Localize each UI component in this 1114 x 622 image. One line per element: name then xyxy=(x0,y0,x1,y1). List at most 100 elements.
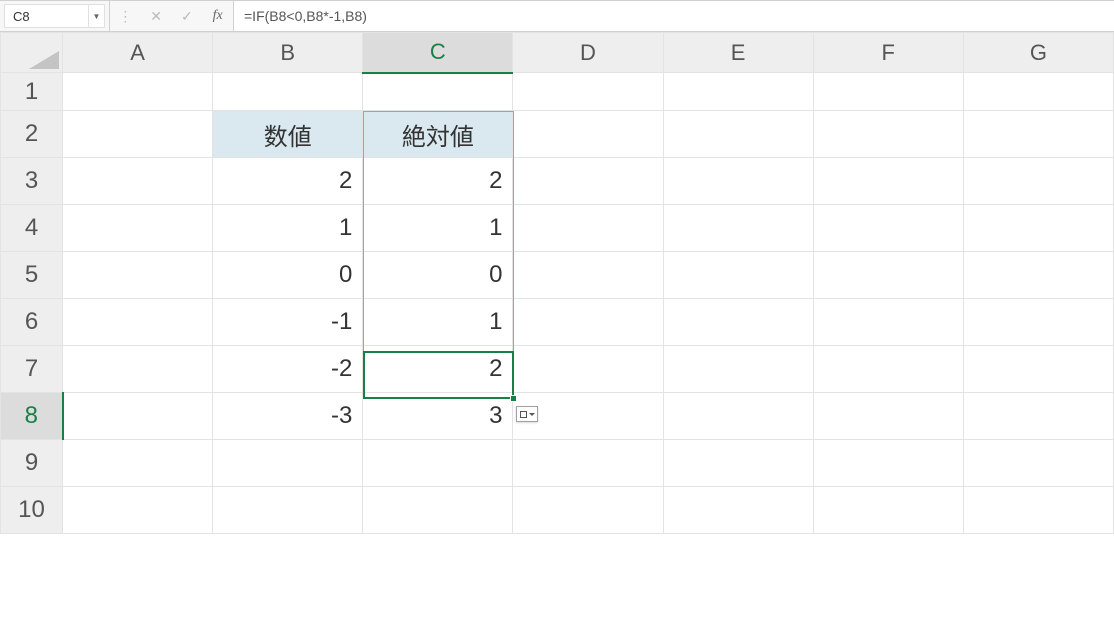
cell-D2[interactable] xyxy=(513,111,663,158)
cell-A6[interactable] xyxy=(63,299,213,346)
cell-B8[interactable]: -3 xyxy=(213,393,363,440)
cell-A5[interactable] xyxy=(63,252,213,299)
cell-C2[interactable]: 絶対値 xyxy=(363,111,513,158)
cell-E2[interactable] xyxy=(663,111,813,158)
cell-G7[interactable] xyxy=(963,346,1113,393)
row-header-6[interactable]: 6 xyxy=(1,299,63,346)
enter-icon[interactable]: ✓ xyxy=(177,8,197,25)
cell-F4[interactable] xyxy=(813,205,963,252)
cell-C1[interactable] xyxy=(363,73,513,111)
more-icon[interactable]: ⋮ xyxy=(115,8,135,25)
cell-E7[interactable] xyxy=(663,346,813,393)
cell-C7[interactable]: 2 xyxy=(363,346,513,393)
formula-input[interactable]: =IF(B8<0,B8*-1,B8) xyxy=(234,1,1114,31)
cell-D3[interactable] xyxy=(513,158,663,205)
cell-E3[interactable] xyxy=(663,158,813,205)
cell-B6[interactable]: -1 xyxy=(213,299,363,346)
row-header-3[interactable]: 3 xyxy=(1,158,63,205)
cell-D6[interactable] xyxy=(513,299,663,346)
col-header-A[interactable]: A xyxy=(63,33,213,73)
cell-D9[interactable] xyxy=(513,440,663,487)
cell-B10[interactable] xyxy=(213,487,363,534)
cell-G2[interactable] xyxy=(963,111,1113,158)
cell-E10[interactable] xyxy=(663,487,813,534)
cell-E5[interactable] xyxy=(663,252,813,299)
cell-A2[interactable] xyxy=(63,111,213,158)
col-header-G[interactable]: G xyxy=(963,33,1113,73)
cell-F6[interactable] xyxy=(813,299,963,346)
cell-E6[interactable] xyxy=(663,299,813,346)
cell-B3[interactable]: 2 xyxy=(213,158,363,205)
cell-A1[interactable] xyxy=(63,73,213,111)
row-header-7[interactable]: 7 xyxy=(1,346,63,393)
name-box-dropdown-icon[interactable]: ▼ xyxy=(89,4,105,28)
cell-B5[interactable]: 0 xyxy=(213,252,363,299)
cell-G1[interactable] xyxy=(963,73,1113,111)
cell-B1[interactable] xyxy=(213,73,363,111)
fx-icon[interactable]: fx xyxy=(208,8,228,24)
cell-A8[interactable] xyxy=(63,393,213,440)
col-header-C[interactable]: C xyxy=(363,33,513,73)
row-header-8[interactable]: 8 xyxy=(1,393,63,440)
cell-G8[interactable] xyxy=(963,393,1113,440)
row-header-4[interactable]: 4 xyxy=(1,205,63,252)
cell-A3[interactable] xyxy=(63,158,213,205)
cell-D10[interactable] xyxy=(513,487,663,534)
autofill-options-button[interactable] xyxy=(516,406,538,422)
row-header-5[interactable]: 5 xyxy=(1,252,63,299)
cell-C10[interactable] xyxy=(363,487,513,534)
cell-B7[interactable]: -2 xyxy=(213,346,363,393)
col-header-B[interactable]: B xyxy=(213,33,363,73)
cell-C4[interactable]: 1 xyxy=(363,205,513,252)
cell-G4[interactable] xyxy=(963,205,1113,252)
cell-C3[interactable]: 2 xyxy=(363,158,513,205)
cell-A4[interactable] xyxy=(63,205,213,252)
select-all-corner[interactable] xyxy=(1,33,63,73)
cell-F9[interactable] xyxy=(813,440,963,487)
cell-F1[interactable] xyxy=(813,73,963,111)
cell-G6[interactable] xyxy=(963,299,1113,346)
cancel-icon[interactable]: ✕ xyxy=(146,8,166,25)
row-header-2[interactable]: 2 xyxy=(1,111,63,158)
name-box[interactable]: C8 ▼ xyxy=(0,1,110,31)
cell-value: -3 xyxy=(213,393,362,439)
cell-G9[interactable] xyxy=(963,440,1113,487)
row-header-10[interactable]: 10 xyxy=(1,487,63,534)
fill-handle[interactable] xyxy=(510,395,517,402)
cell-E4[interactable] xyxy=(663,205,813,252)
cell-C5[interactable]: 0 xyxy=(363,252,513,299)
cell-E8[interactable] xyxy=(663,393,813,440)
cell-B4[interactable]: 1 xyxy=(213,205,363,252)
row-header-1[interactable]: 1 xyxy=(1,73,63,111)
cell-A9[interactable] xyxy=(63,440,213,487)
cell-F2[interactable] xyxy=(813,111,963,158)
cell-G3[interactable] xyxy=(963,158,1113,205)
cell-C9[interactable] xyxy=(363,440,513,487)
cell-F3[interactable] xyxy=(813,158,963,205)
name-box-input[interactable]: C8 xyxy=(4,4,89,28)
cell-value: 0 xyxy=(213,252,362,298)
col-header-E[interactable]: E xyxy=(663,33,813,73)
cell-G5[interactable] xyxy=(963,252,1113,299)
cell-F8[interactable] xyxy=(813,393,963,440)
cell-B9[interactable] xyxy=(213,440,363,487)
col-header-D[interactable]: D xyxy=(513,33,663,73)
cell-E9[interactable] xyxy=(663,440,813,487)
cell-F5[interactable] xyxy=(813,252,963,299)
col-header-F[interactable]: F xyxy=(813,33,963,73)
cell-D1[interactable] xyxy=(513,73,663,111)
cell-D5[interactable] xyxy=(513,252,663,299)
cell-A7[interactable] xyxy=(63,346,213,393)
row-header-9[interactable]: 9 xyxy=(1,440,63,487)
cell-F10[interactable] xyxy=(813,487,963,534)
cell-B2[interactable]: 数値 xyxy=(213,111,363,158)
cell-D4[interactable] xyxy=(513,205,663,252)
cell-E1[interactable] xyxy=(663,73,813,111)
cell-G10[interactable] xyxy=(963,487,1113,534)
cell-F7[interactable] xyxy=(813,346,963,393)
spreadsheet-grid[interactable]: A B C D E F G 1 2 数値 絶対値 xyxy=(0,32,1114,622)
cell-D7[interactable] xyxy=(513,346,663,393)
cell-C8[interactable]: 3 xyxy=(363,393,513,440)
cell-A10[interactable] xyxy=(63,487,213,534)
cell-C6[interactable]: 1 xyxy=(363,299,513,346)
